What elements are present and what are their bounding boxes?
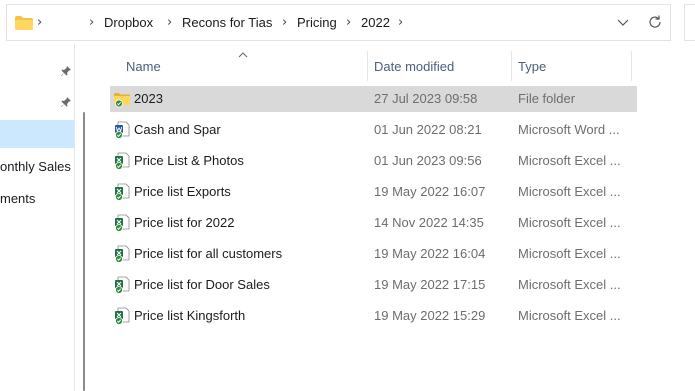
address-bar[interactable]: › › Dropbox › Recons for Tias › Pricing … (6, 4, 671, 41)
column-header-type[interactable]: Type (518, 59, 546, 74)
breadcrumb-2022[interactable]: 2022 (361, 15, 390, 30)
file-date-modified: 01 Jun 2022 08:21 (374, 122, 482, 137)
nav-scrollbar[interactable] (83, 112, 85, 391)
chevron-right-icon[interactable]: › (89, 15, 94, 30)
file-date-modified: 19 May 2022 16:04 (374, 246, 486, 261)
excel-workbook-synced-icon (114, 276, 130, 294)
chevron-right-icon[interactable]: › (282, 15, 287, 30)
file-name[interactable]: Price list for Door Sales (134, 277, 270, 292)
file-name[interactable]: Price list Exports (134, 184, 231, 199)
file-date-modified: 01 Jun 2023 09:56 (374, 153, 482, 168)
chevron-right-icon[interactable]: › (167, 15, 172, 30)
breadcrumb-recons-for-tias[interactable]: Recons for Tias (182, 15, 272, 30)
file-name[interactable]: 2023 (134, 91, 163, 106)
breadcrumb-pricing[interactable]: Pricing (297, 15, 337, 30)
file-name[interactable]: Price list Kingsforth (134, 308, 245, 323)
file-date-modified: 19 May 2022 16:07 (374, 184, 486, 199)
navigation-pane: onthly Sales ments (0, 44, 86, 391)
file-name[interactable]: Price list for 2022 (134, 215, 234, 230)
file-row[interactable]: Price list Kingsforth 19 May 2022 15:29 Mi… (110, 303, 637, 329)
excel-workbook-synced-icon (114, 307, 130, 325)
file-type: Microsoft Excel ... (518, 246, 621, 261)
sort-ascending-icon (238, 47, 248, 58)
file-type: Microsoft Excel ... (518, 308, 621, 323)
nav-item-documents[interactable]: ments (0, 191, 35, 206)
file-row[interactable]: Price list for all customers 19 May 2022 … (110, 241, 637, 267)
search-box[interactable] (684, 4, 695, 41)
column-divider[interactable] (631, 51, 632, 81)
nav-divider (74, 44, 75, 391)
file-date-modified: 27 Jul 2023 09:58 (374, 91, 478, 106)
file-row[interactable]: Price list for Door Sales 19 May 2022 17:… (110, 272, 637, 298)
pin-icon[interactable] (60, 96, 72, 108)
refresh-icon[interactable] (647, 14, 663, 30)
file-row[interactable]: Cash and Spar 01 Jun 2022 08:21 Microsoft … (110, 117, 637, 143)
file-type: Microsoft Excel ... (518, 184, 621, 199)
column-header-date-modified[interactable]: Date modified (374, 59, 454, 74)
chevron-down-icon[interactable] (615, 14, 631, 30)
folder-synced-icon (114, 90, 130, 108)
chevron-right-icon[interactable]: › (346, 15, 351, 30)
file-type: Microsoft Excel ... (518, 215, 621, 230)
file-name[interactable]: Cash and Spar (134, 122, 221, 137)
column-divider[interactable] (367, 51, 368, 81)
file-row[interactable]: Price list Exports 19 May 2022 16:07 Micro… (110, 179, 637, 205)
column-divider[interactable] (511, 51, 512, 81)
nav-item-monthly-sales[interactable]: onthly Sales (0, 159, 71, 174)
file-type: Microsoft Word ... (518, 122, 620, 137)
excel-workbook-synced-icon (114, 214, 130, 232)
file-date-modified: 19 May 2022 15:29 (374, 308, 486, 323)
word-document-synced-icon (114, 121, 130, 139)
folder-icon (15, 16, 33, 30)
file-type: Microsoft Excel ... (518, 277, 621, 292)
column-header-name[interactable]: Name (126, 59, 161, 74)
chevron-right-icon[interactable]: › (37, 15, 42, 30)
file-date-modified: 14 Nov 2022 14:35 (374, 215, 484, 230)
file-row[interactable]: Price list for 2022 14 Nov 2022 14:35 Micr… (110, 210, 637, 236)
file-row[interactable]: 2023 27 Jul 2023 09:58 File folder (110, 86, 637, 112)
file-name[interactable]: Price list for all customers (134, 246, 282, 261)
pin-icon[interactable] (60, 65, 72, 77)
file-date-modified: 19 May 2022 17:15 (374, 277, 486, 292)
chevron-right-icon[interactable]: › (398, 15, 403, 30)
excel-workbook-synced-icon (114, 245, 130, 263)
excel-workbook-synced-icon (114, 183, 130, 201)
excel-workbook-synced-icon (114, 152, 130, 170)
file-name[interactable]: Price List & Photos (134, 153, 244, 168)
file-row[interactable]: Price List & Photos 01 Jun 2023 09:56 Micr… (110, 148, 637, 174)
file-type: File folder (518, 91, 576, 106)
breadcrumb-dropbox[interactable]: Dropbox (104, 15, 153, 30)
nav-item-selected[interactable] (0, 120, 74, 148)
file-type: Microsoft Excel ... (518, 153, 621, 168)
